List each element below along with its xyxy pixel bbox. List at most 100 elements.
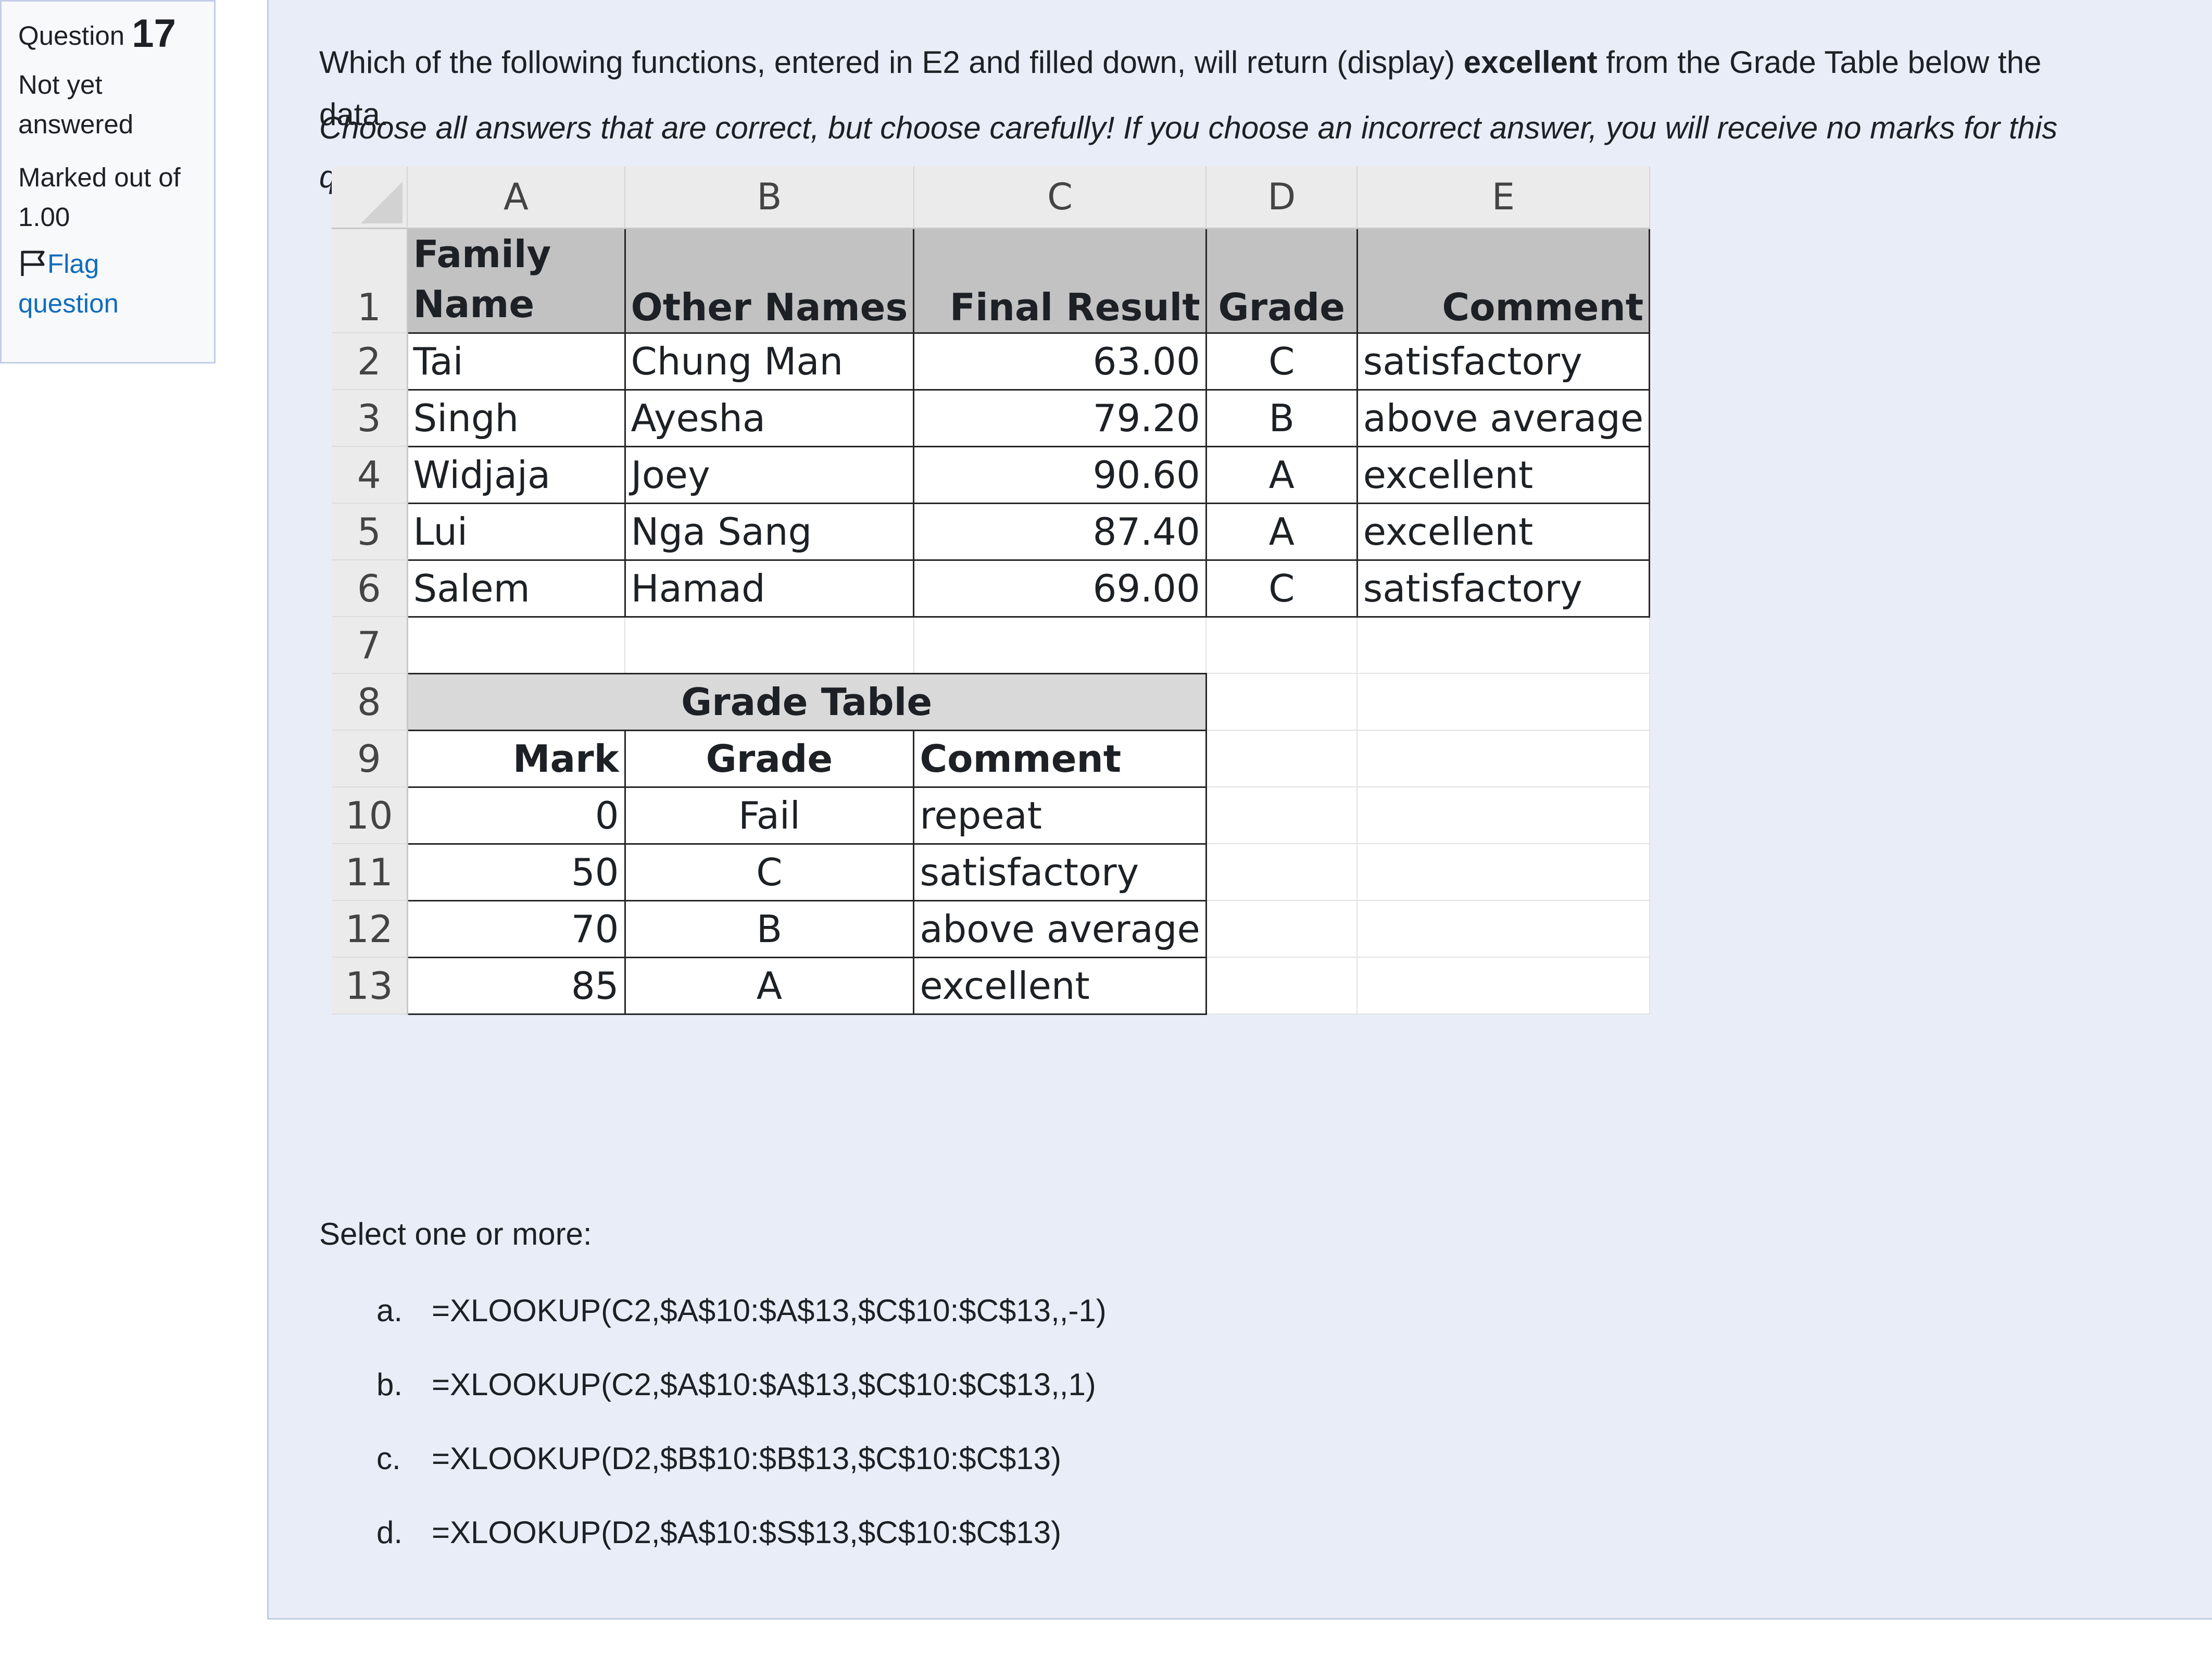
grade-cell: B (1205, 389, 1358, 447)
empty-cell (407, 617, 625, 674)
empty-cell (913, 617, 1207, 674)
grade-table-comment-cell: above average (913, 899, 1207, 958)
question-info-panel: Question 17 Not yet answered Marked out … (0, 0, 216, 364)
flag-question-link[interactable]: Flag question (18, 244, 197, 323)
empty-cell (1206, 730, 1358, 787)
grade-table-title-row: 8 Grade Table (332, 672, 1650, 731)
comment-cell: satisfactory (1356, 559, 1651, 618)
grade-table-row: 13 85 A excellent (332, 956, 1650, 1015)
empty-cell (1206, 957, 1358, 1014)
row-number: 3 (332, 390, 408, 447)
data-row: 6 Salem Hamad 69.00 C satisfactory (332, 559, 1651, 618)
grade-table-grade-header: Grade (624, 729, 915, 788)
grade-cell: A (1205, 445, 1358, 504)
question-grade: Marked out of 1.00 (18, 162, 181, 232)
question-number-line: Question 17 (18, 14, 197, 56)
family-name-header: Family Name (406, 227, 626, 334)
grade-table-row: 12 70 B above average (332, 899, 1650, 958)
grade-table-row: 10 0 Fail repeat (332, 786, 1650, 845)
empty-cell (1357, 730, 1650, 787)
answer-option-b[interactable]: b. =XLOOKUP(C2,$A$10:$A$13,$C$10:$C$13,,… (376, 1347, 1107, 1421)
final-result-cell: 79.20 (913, 389, 1207, 447)
answer-text: =XLOOKUP(C2,$A$10:$A$13,$C$10:$C$13,,1) (432, 1367, 1096, 1402)
grade-cell: A (1205, 502, 1358, 561)
data-row: 2 Tai Chung Man 63.00 C satisfactory (332, 332, 1651, 391)
empty-row: 7 (332, 617, 1650, 674)
row-number: 2 (332, 333, 408, 390)
empty-cell (1206, 844, 1358, 901)
row-number: 7 (332, 617, 408, 674)
final-result-header: Final Result (913, 227, 1207, 334)
family-name-cell: Tai (406, 332, 626, 391)
family-name-cell: Salem (406, 559, 626, 618)
data-row: 4 Widjaja Joey 90.60 A excellent (332, 445, 1651, 504)
question-text-end: from the Grade Table below the (1597, 45, 2042, 80)
answer-letter: b. (376, 1367, 403, 1402)
header-row: 1 Family Name Other Names Final Result Gr… (332, 227, 1651, 334)
grade-table-comment-header: Comment (913, 729, 1207, 788)
other-names-cell: Joey (624, 445, 915, 504)
column-header-c: C (913, 167, 1207, 229)
empty-cell (1357, 957, 1650, 1014)
column-header-d: D (1206, 167, 1358, 229)
row-number: 1 (332, 228, 408, 333)
answer-option-c[interactable]: c. =XLOOKUP(D2,$B$10:$B$13,$C$10:$C$13) (376, 1421, 1107, 1495)
row-number: 6 (332, 560, 408, 617)
row-number: 11 (332, 844, 408, 901)
family-name-cell: Widjaja (406, 445, 626, 504)
family-name-header-line1: Family (413, 232, 551, 276)
final-result-cell: 69.00 (913, 559, 1207, 618)
grade-header: Grade (1205, 227, 1358, 334)
row-number: 12 (332, 900, 408, 958)
empty-cell (1357, 673, 1650, 731)
spreadsheet-table: A B C D E 1 Family Name Other Names Final… (332, 167, 1651, 1015)
answer-option-a[interactable]: a. =XLOOKUP(C2,$A$10:$A$13,$C$10:$C$13,,… (376, 1273, 1107, 1347)
comment-cell: satisfactory (1356, 332, 1651, 391)
question-instruction: Choose all answers that are correct, but… (319, 110, 2058, 145)
flag-icon (18, 249, 47, 278)
mark-header: Mark (406, 729, 626, 788)
grade-table-grade-cell: B (624, 899, 915, 958)
family-name-cell: Lui (406, 502, 626, 561)
other-names-cell: Nga Sang (624, 502, 915, 561)
question-label: Question (18, 21, 125, 51)
answer-text: =XLOOKUP(D2,$B$10:$B$13,$C$10:$C$13) (432, 1440, 1062, 1476)
comment-cell: above average (1356, 389, 1651, 447)
grade-cell: C (1205, 332, 1358, 391)
select-all-corner (332, 167, 408, 229)
column-header-row: A B C D E (332, 167, 1650, 229)
row-number: 8 (332, 673, 408, 731)
column-header-b: B (625, 167, 914, 229)
other-names-cell: Chung Man (624, 332, 915, 391)
final-result-cell: 63.00 (913, 332, 1207, 391)
grade-table-comment-cell: satisfactory (913, 843, 1207, 901)
final-result-cell: 90.60 (913, 445, 1207, 504)
question-state: Not yet answered (18, 70, 134, 139)
comment-cell: excellent (1356, 502, 1651, 561)
answer-text: =XLOOKUP(D2,$A$10:$S$13,$C$10:$C$13) (432, 1514, 1062, 1550)
grade-table-grade-cell: C (624, 843, 915, 901)
other-names-header: Other Names (624, 227, 915, 334)
grade-table-header-row: 9 Mark Grade Comment (332, 729, 1650, 788)
comment-header: Comment (1356, 227, 1651, 334)
answer-letter: a. (376, 1293, 403, 1328)
answer-letter: d. (376, 1514, 403, 1550)
answer-option-d[interactable]: d. =XLOOKUP(D2,$A$10:$S$13,$C$10:$C$13) (376, 1495, 1107, 1569)
question-number: 17 (132, 11, 176, 56)
other-names-cell: Ayesha (624, 389, 915, 447)
row-number: 10 (332, 787, 408, 844)
empty-cell (1357, 844, 1650, 901)
answer-letter: c. (376, 1440, 401, 1476)
grade-cell: C (1205, 559, 1358, 618)
grade-table-title: Grade Table (406, 672, 1207, 731)
empty-cell (625, 617, 914, 674)
column-header-e: E (1357, 167, 1650, 229)
mark-cell: 50 (406, 843, 626, 901)
question-text-emphasis: excellent (1463, 45, 1598, 80)
column-header-a: A (407, 167, 625, 229)
grade-table-comment-cell: excellent (913, 956, 1207, 1015)
row-number: 5 (332, 503, 408, 560)
empty-cell (1357, 787, 1650, 844)
empty-cell (1206, 673, 1358, 731)
grade-table-grade-cell: Fail (624, 786, 915, 845)
